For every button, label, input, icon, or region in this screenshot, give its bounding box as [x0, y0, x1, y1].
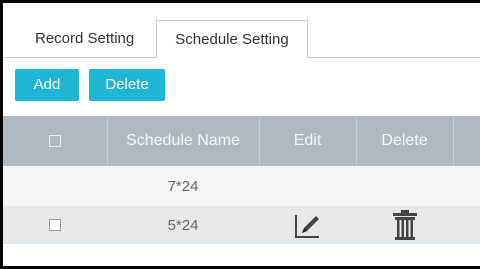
- schedule-table: Schedule Name Edit Delete 7*24 5*24: [3, 116, 480, 244]
- tab-bar: Record Setting Schedule Setting: [3, 3, 480, 59]
- row-checkbox[interactable]: [49, 219, 61, 231]
- header-extra: [453, 116, 480, 166]
- trash-icon[interactable]: [387, 210, 423, 240]
- table-header: Schedule Name Edit Delete: [3, 116, 480, 166]
- table-row: 5*24: [3, 206, 480, 244]
- delete-cell: [356, 206, 453, 244]
- edit-icon[interactable]: [290, 210, 326, 240]
- schedule-name-cell: 7*24: [167, 177, 199, 195]
- row-select-cell: [3, 206, 107, 244]
- tab-record-setting[interactable]: Record Setting: [21, 20, 148, 58]
- schedule-name-cell: 5*24: [167, 216, 199, 234]
- table-row: 7*24: [3, 166, 480, 206]
- tab-schedule-setting[interactable]: Schedule Setting: [156, 20, 308, 59]
- header-edit: Edit: [293, 132, 322, 149]
- header-select-all-cell: [3, 116, 107, 166]
- edit-cell: [259, 206, 356, 244]
- select-all-checkbox[interactable]: [49, 135, 61, 147]
- delete-button[interactable]: Delete: [89, 69, 165, 101]
- header-delete: Delete: [381, 132, 428, 149]
- header-schedule-name: Schedule Name: [126, 132, 240, 149]
- add-button[interactable]: Add: [15, 69, 79, 101]
